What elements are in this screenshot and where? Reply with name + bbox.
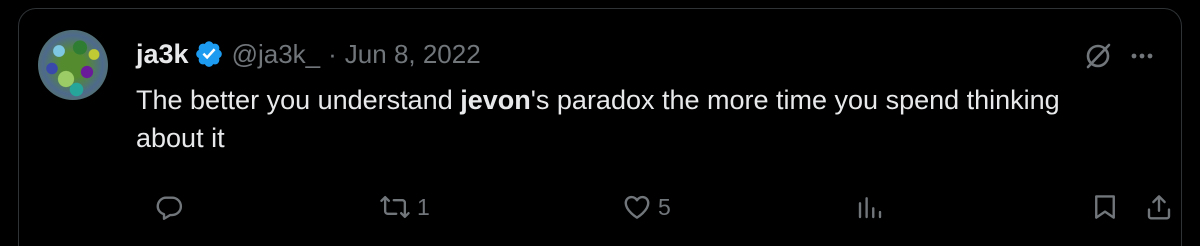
tweet-text-bold: jevon [460,85,531,115]
tweet-card[interactable]: ja3k @ja3k_ · Jun 8, 2022 The better you… [18,8,1182,246]
grok-icon[interactable] [1083,41,1113,71]
retweet-count: 1 [417,193,430,220]
like-icon [622,192,652,222]
tweet-date[interactable]: Jun 8, 2022 [345,37,481,71]
tweet-text-before: The better you understand [136,85,461,115]
bookmark-icon [1090,192,1120,222]
header-separator: · [328,39,337,69]
retweet-button[interactable]: 1 [379,187,430,227]
more-icon[interactable] [1129,43,1155,69]
share-icon [1144,192,1174,222]
share-button[interactable] [1144,187,1174,227]
reply-button[interactable] [154,187,190,227]
avatar[interactable] [38,30,108,100]
author-display-name[interactable]: ja3k [136,37,189,71]
views-icon [855,192,885,222]
like-count: 5 [658,193,671,220]
author-handle[interactable]: @ja3k_ [232,37,321,71]
top-right-icons [1083,41,1155,71]
action-bar: 1 5 [136,187,1171,227]
retweet-icon [379,192,411,222]
like-button[interactable]: 5 [622,187,671,227]
tweet-header: ja3k @ja3k_ · Jun 8, 2022 [136,37,481,71]
verified-badge-icon [194,39,224,69]
tweet-text: The better you understand jevon's parado… [136,81,1116,157]
reply-icon [154,192,184,222]
bookmark-button[interactable] [1090,187,1120,227]
views-button[interactable] [855,187,891,227]
